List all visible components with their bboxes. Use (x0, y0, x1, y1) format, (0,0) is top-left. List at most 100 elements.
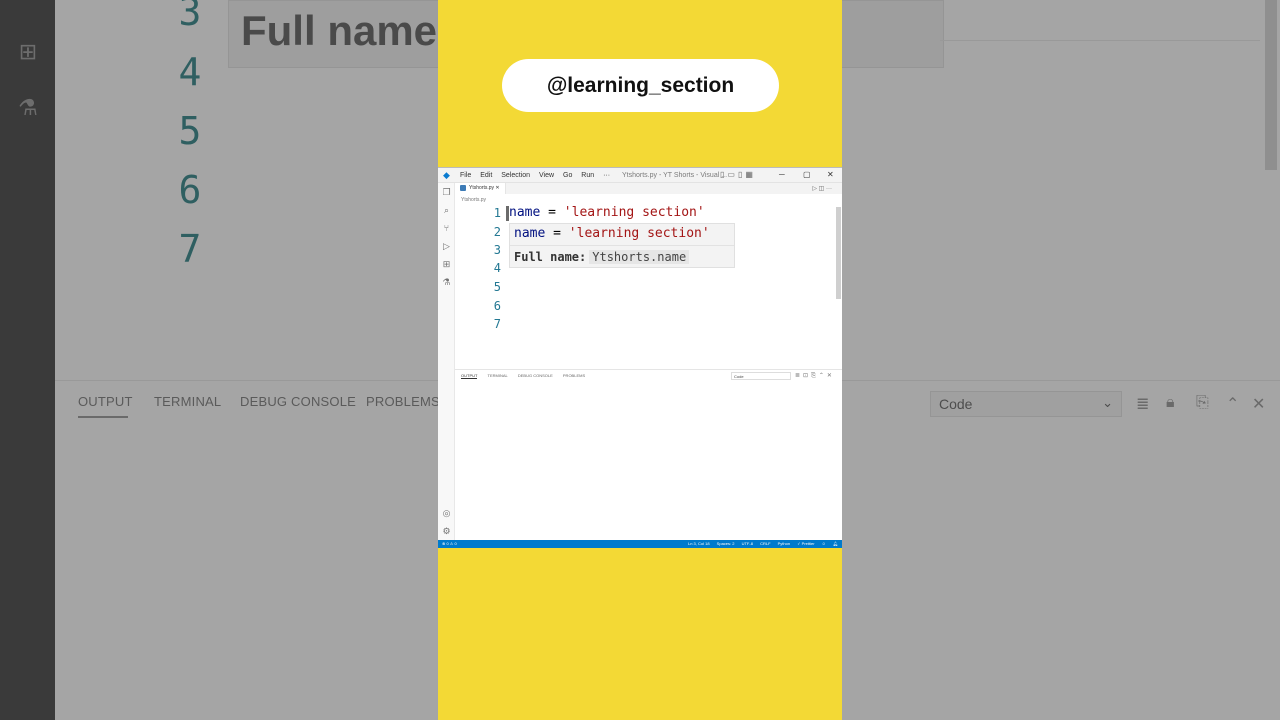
bg-hover-text: Full name (241, 7, 438, 54)
line-ending[interactable]: CRLF (760, 541, 770, 546)
cursor-position[interactable]: Ln 3, Col 18 (688, 541, 710, 546)
account-icon[interactable]: ◎ (441, 508, 452, 519)
menu-selection[interactable]: Selection (501, 172, 530, 179)
list-icon[interactable]: ≣ (795, 373, 803, 379)
settings-gear-icon[interactable]: ⚙ (441, 526, 452, 537)
menu-more[interactable]: ··· (603, 172, 610, 179)
output-channel-select[interactable]: Code (731, 372, 791, 380)
minimize-icon[interactable]: ─ (779, 170, 785, 179)
bg-clear-icon: ⎘ (1196, 394, 1209, 411)
panel-actions: ≣⊡⎘⌃✕ (795, 372, 835, 380)
menu-file[interactable]: File (460, 172, 471, 179)
menu-bar: File Edit Selection View Go Run ··· (460, 172, 617, 179)
hover-tooltip: name = 'learning section' Full name: Ytsh… (509, 223, 735, 268)
lock-icon[interactable]: ⊡ (803, 373, 811, 379)
editor-actions: ▷ ◫ ··· (812, 185, 832, 192)
indentation[interactable]: Spaces: 2 (717, 541, 735, 546)
output-channel-value: Code (734, 374, 744, 379)
tab-debug-console[interactable]: DEBUG CONSOLE (518, 373, 553, 378)
title-bar: ◆ File Edit Selection View Go Run ··· Yt… (438, 168, 842, 183)
source-control-icon[interactable]: ⑂ (441, 223, 452, 234)
hover-code: name = 'learning section' (514, 226, 710, 241)
explorer-icon[interactable]: ❐ (441, 187, 452, 198)
maximize-panel-icon[interactable]: ⌃ (819, 373, 827, 379)
bg-active-tab-underline (78, 416, 128, 418)
layout-controls: ▯▭▯▦ (720, 170, 756, 179)
feedback-icon[interactable]: ☺ (822, 541, 826, 546)
menu-view[interactable]: View (539, 172, 554, 179)
short-video-frame: @learning_section ◆ File Edit Selection … (438, 0, 842, 720)
bg-tab-output: OUTPUT (78, 394, 133, 409)
encoding[interactable]: UTF-8 (742, 541, 753, 546)
line-number: 1 (493, 206, 501, 220)
clear-output-icon[interactable]: ⎘ (811, 373, 819, 379)
bottom-panel: OUTPUT TERMINAL DEBUG CONSOLE PROBLEMS C… (455, 369, 842, 540)
close-panel-icon[interactable]: ✕ (827, 373, 835, 379)
editor-tabs: Ytshorts.py ✕ ▷ ◫ ··· (455, 183, 842, 194)
code-operator: = (540, 205, 564, 220)
run-debug-icon[interactable]: ▷ (441, 241, 452, 252)
status-right: Ln 3, Col 18 Spaces: 2 UTF-8 CRLF Python… (682, 541, 838, 546)
bg-line-number: 5 (178, 109, 202, 153)
menu-edit[interactable]: Edit (480, 172, 492, 179)
line-number: 3 (493, 243, 501, 257)
breadcrumb[interactable]: Ytshorts.py (455, 195, 842, 204)
line-number: 6 (493, 299, 501, 313)
hover-full-value: Ytshorts.name (589, 250, 690, 264)
tab-ytshorts-py[interactable]: Ytshorts.py ✕ (455, 183, 506, 194)
tab-problems[interactable]: PROBLEMS (563, 373, 585, 378)
menu-run[interactable]: Run (581, 172, 594, 179)
notifications-icon[interactable]: 🔔︎ (833, 541, 838, 546)
breadcrumb-file[interactable]: Ytshorts.py (461, 197, 486, 203)
code-editor[interactable]: 1 2 3 4 5 6 7 name = 'learning section' … (455, 204, 842, 369)
bg-extensions-icon: ⊞ (18, 39, 38, 64)
problems-status[interactable]: ⊗ 0 ⚠ 0 (442, 541, 457, 546)
status-bar: ⊗ 0 ⚠ 0 Ln 3, Col 18 Spaces: 2 UTF-8 CRL… (438, 540, 842, 548)
hover-full-name: Full name: Ytshorts.name (514, 250, 690, 264)
bg-line-number: 3 (178, 0, 202, 34)
language-mode[interactable]: Python (778, 541, 790, 546)
bg-chevron-up-icon: ⌃ (1226, 396, 1240, 413)
search-icon[interactable]: ⌕ (441, 205, 452, 216)
code-line-1[interactable]: name = 'learning section' (509, 205, 705, 220)
tab-terminal[interactable]: TERMINAL (488, 373, 508, 378)
bg-line-number: 7 (178, 227, 202, 271)
bg-list-icon: ≣ (1136, 396, 1150, 413)
window-title: Ytshorts.py - YT Shorts - Visual ... (622, 172, 728, 179)
bg-tab-terminal: TERMINAL (154, 394, 222, 409)
python-file-icon (460, 185, 466, 191)
bg-divider (940, 40, 1260, 41)
bg-dropdown-value: Code (939, 396, 973, 412)
maximize-icon[interactable]: ▢ (803, 170, 811, 179)
extensions-icon[interactable]: ⊞ (441, 259, 452, 270)
close-window-icon[interactable]: ✕ (827, 170, 834, 179)
bg-chevron-down-icon: ⌄ (1102, 395, 1113, 410)
toggle-panel-icon[interactable]: ▭ (727, 170, 738, 179)
bg-tab-debug-console: DEBUG CONSOLE (240, 394, 357, 409)
line-number: 2 (493, 225, 501, 239)
tab-output[interactable]: OUTPUT (461, 373, 478, 379)
bg-activity-bar: ⊞ ⚗ (0, 0, 55, 720)
text-cursor (506, 206, 509, 221)
menu-go[interactable]: Go (563, 172, 572, 179)
vscode-window: ◆ File Edit Selection View Go Run ··· Yt… (438, 167, 842, 548)
bg-output-dropdown: Code ⌄ (930, 391, 1122, 417)
bg-scrollbar (1265, 0, 1277, 170)
testing-icon[interactable]: ⚗ (441, 277, 452, 288)
prettier-status[interactable]: ✓ Prettier (797, 541, 814, 546)
tab-close-icon[interactable]: ✕ (495, 185, 499, 191)
bg-line-number: 6 (178, 168, 202, 212)
bg-testing-icon: ⚗ (18, 95, 38, 120)
run-file-icon[interactable]: ▷ (812, 186, 817, 192)
hover-string: 'learning section' (568, 226, 710, 241)
customize-layout-icon[interactable]: ▦ (745, 170, 756, 179)
more-actions-icon[interactable]: ··· (826, 186, 832, 192)
hover-divider (510, 245, 734, 246)
split-editor-icon[interactable]: ◫ (819, 186, 825, 192)
hover-operator: = (545, 226, 569, 241)
channel-handle-badge: @learning_section (502, 59, 779, 112)
panel-tabs: OUTPUT TERMINAL DEBUG CONSOLE PROBLEMS (461, 373, 594, 379)
vscode-logo-icon: ◆ (443, 170, 450, 180)
editor-scrollbar[interactable] (836, 207, 841, 299)
line-number: 5 (493, 280, 501, 294)
